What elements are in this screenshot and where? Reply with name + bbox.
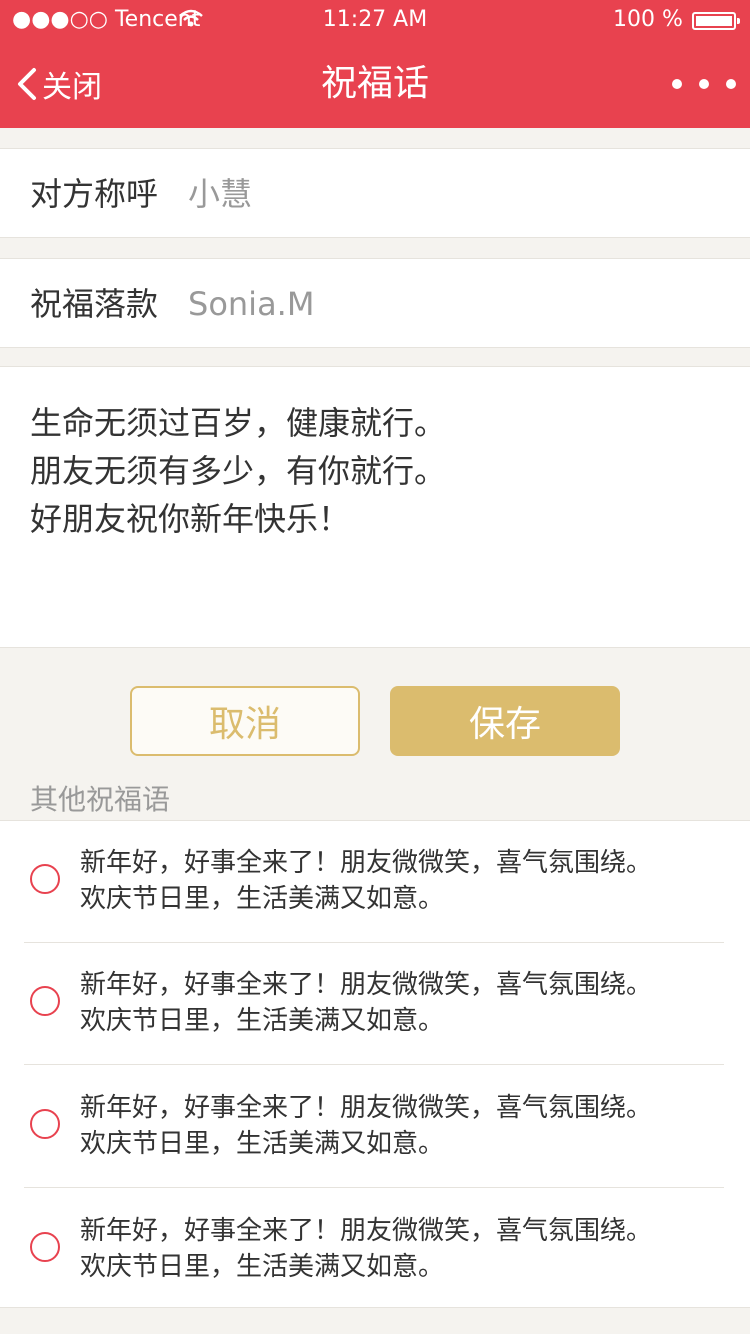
blessing-text: 新年好，好事全来了！朋友微微笑，喜气氛围绕。 欢庆节日里，生活美满又如意。 bbox=[80, 1090, 720, 1162]
list-item[interactable]: 新年好，好事全来了！朋友微微笑，喜气氛围绕。 欢庆节日里，生活美满又如意。 bbox=[24, 1066, 724, 1188]
more-dots-icon[interactable] bbox=[672, 70, 736, 98]
section-title: 其他祝福语 bbox=[30, 783, 171, 816]
radio-button[interactable] bbox=[30, 864, 60, 894]
cancel-button[interactable]: 取消 bbox=[130, 686, 360, 756]
blessing-text: 新年好，好事全来了！朋友微微笑，喜气氛围绕。 欢庆节日里，生活美满又如意。 bbox=[80, 1213, 720, 1285]
signature-row[interactable]: 祝福落款 Sonia.M bbox=[0, 258, 750, 348]
recipient-row[interactable]: 对方称呼 小慧 bbox=[0, 148, 750, 238]
header-bar: ●●●○○ Tencent 11:27 AM 100 % 关闭 祝福话 bbox=[0, 0, 750, 128]
battery-percent: 100 % bbox=[613, 7, 683, 32]
blessing-line: 欢庆节日里，生活美满又如意。 bbox=[80, 884, 445, 914]
list-item[interactable]: 新年好，好事全来了！朋友微微笑，喜气氛围绕。 欢庆节日里，生活美满又如意。 bbox=[24, 1189, 724, 1311]
radio-button[interactable] bbox=[30, 1232, 60, 1262]
recipient-field[interactable]: 小慧 bbox=[188, 172, 252, 216]
radio-button[interactable] bbox=[30, 1109, 60, 1139]
signature-label: 祝福落款 bbox=[30, 285, 159, 323]
message-line: 生命无须过百岁，健康就行。 bbox=[30, 404, 447, 442]
message-line: 好朋友祝你新年快乐！ bbox=[30, 500, 351, 538]
page-title: 祝福话 bbox=[320, 63, 429, 104]
blessing-list: 新年好，好事全来了！朋友微微笑，喜气氛围绕。 欢庆节日里，生活美满又如意。 新年… bbox=[0, 820, 750, 1308]
battery-icon bbox=[692, 12, 740, 30]
blessing-line: 欢庆节日里，生活美满又如意。 bbox=[80, 1006, 445, 1036]
list-item[interactable]: 新年好，好事全来了！朋友微微笑，喜气氛围绕。 欢庆节日里，生活美满又如意。 bbox=[24, 943, 724, 1065]
status-bar: ●●●○○ Tencent 11:27 AM 100 % bbox=[0, 0, 750, 40]
blessing-line: 新年好，好事全来了！朋友微微笑，喜气氛围绕。 bbox=[80, 848, 653, 878]
save-button[interactable]: 保存 bbox=[390, 686, 620, 756]
nav-bar: 关闭 祝福话 bbox=[0, 40, 750, 128]
blessing-line: 新年好，好事全来了！朋友微微笑，喜气氛围绕。 bbox=[80, 1093, 653, 1123]
signature-field[interactable]: Sonia.M bbox=[188, 282, 314, 326]
blessing-text: 新年好，好事全来了！朋友微微笑，喜气氛围绕。 欢庆节日里，生活美满又如意。 bbox=[80, 845, 720, 917]
blessing-line: 欢庆节日里，生活美满又如意。 bbox=[80, 1129, 445, 1159]
blessing-line: 新年好，好事全来了！朋友微微笑，喜气氛围绕。 bbox=[80, 970, 653, 1000]
recipient-label: 对方称呼 bbox=[30, 175, 159, 213]
message-line: 朋友无须有多少，有你就行。 bbox=[30, 452, 447, 490]
radio-button[interactable] bbox=[30, 986, 60, 1016]
blessing-line: 欢庆节日里，生活美满又如意。 bbox=[80, 1252, 445, 1282]
blessing-text: 新年好，好事全来了！朋友微微笑，喜气氛围绕。 欢庆节日里，生活美满又如意。 bbox=[80, 967, 720, 1039]
message-textarea[interactable]: 生命无须过百岁，健康就行。 朋友无须有多少，有你就行。 好朋友祝你新年快乐！ bbox=[0, 366, 750, 648]
blessing-line: 新年好，好事全来了！朋友微微笑，喜气氛围绕。 bbox=[80, 1216, 653, 1246]
list-item[interactable]: 新年好，好事全来了！朋友微微笑，喜气氛围绕。 欢庆节日里，生活美满又如意。 bbox=[24, 821, 724, 943]
